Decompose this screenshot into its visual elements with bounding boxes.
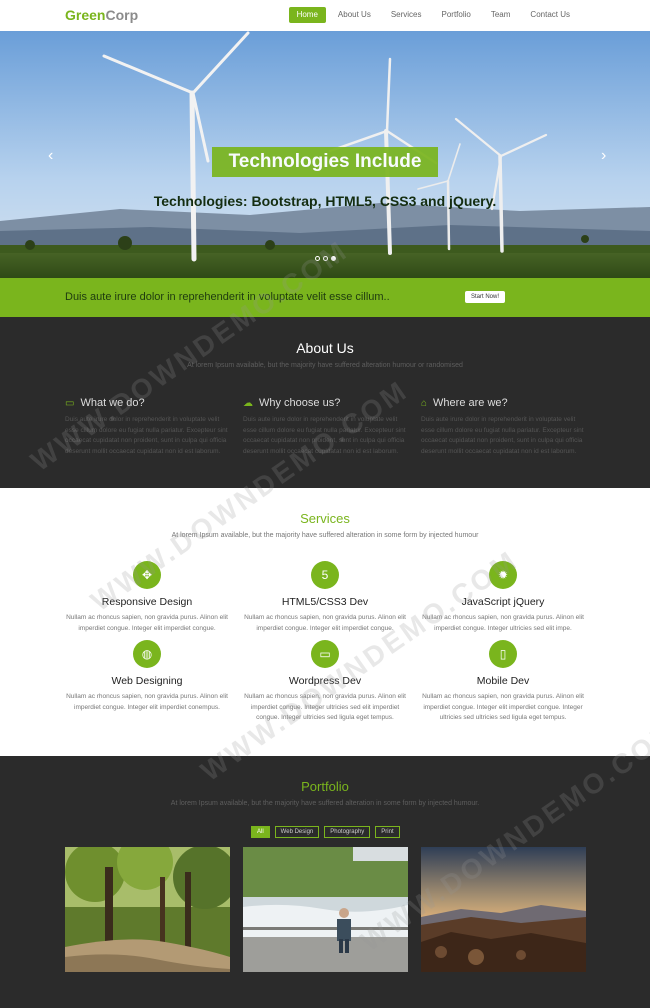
service-text: Nullam ac rhoncus sapien, non gravida pu… [244,693,406,721]
service-web-designing: ◍ Web Designing Nullam ac rhoncus sapien… [63,640,231,713]
nav-item-about-us[interactable]: About Us [330,7,379,23]
service-text: Nullam ac rhoncus sapien, non gravida pu… [422,693,584,721]
logo-green-text: Green [65,7,106,23]
nav-item-home[interactable]: Home [288,7,326,23]
nav-item-contact-us[interactable]: Contact Us [522,7,578,23]
about-column-text: Duis aute irure dolor in reprehenderit i… [421,416,584,455]
service-responsive-design: ✥ Responsive Design Nullam ac rhoncus sa… [63,561,231,634]
lightbulb-icon: ✹ [489,561,517,589]
forest-path-image [65,847,230,972]
service-text: Nullam ac rhoncus sapien, non gravida pu… [66,693,228,711]
slider-dot[interactable] [323,256,328,261]
service-mobile-dev: ▯ Mobile Dev Nullam ac rhoncus sapien, n… [419,640,587,724]
service-title: HTML5/CSS3 Dev [281,596,369,608]
service-html5-css3-dev: 5 HTML5/CSS3 Dev Nullam ac rhoncus sapie… [241,561,409,634]
service-text: Nullam ac rhoncus sapien, non gravida pu… [422,614,584,632]
top-navbar: GreenCorp Home About Us Services Portfol… [0,0,650,31]
start-now-button[interactable]: Start Now! [465,291,506,303]
portfolio-title: Portfolio [301,779,349,794]
about-column-what-we-do: ▭ What we do? Duis aute irure dolor in re… [65,397,230,457]
man-sitting-by-river-image [243,847,408,972]
about-column-text: Duis aute irure dolor in reprehenderit i… [65,416,228,455]
service-text: Nullam ac rhoncus sapien, non gravida pu… [244,614,406,632]
service-title: Responsive Design [101,596,193,608]
hero-slider: Technologies Include Technologies: Boots… [0,31,650,278]
filter-print-button[interactable]: Print [375,826,400,838]
service-javascript-jquery: ✹ JavaScript jQuery Nullam ac rhoncus sa… [419,561,587,634]
logo-gray-text: Corp [105,7,139,23]
about-section: About Us At lorem Ipsum available, but t… [0,317,650,488]
service-title: Web Designing [111,675,183,687]
call-to-action-bar: Duis aute irure dolor in reprehenderit i… [0,278,650,317]
home-icon: ⌂ [421,397,428,409]
services-lead: At lorem Ipsum available, but the majori… [171,532,479,539]
desktop-icon: ▭ [311,640,339,668]
filter-all-button[interactable]: All [251,826,270,838]
portfolio-item-man-by-river[interactable] [243,847,408,972]
slider-dot[interactable] [315,256,320,261]
services-title: Services [300,511,350,526]
about-column-title: Why choose us? [259,397,341,409]
nav-item-portfolio[interactable]: Portfolio [434,7,479,23]
html5-icon: 5 [311,561,339,589]
globe-icon: ◍ [133,640,161,668]
cloud-icon: ☁ [243,397,253,409]
about-column-why-choose-us: ☁ Why choose us? Duis aute irure dolor in… [243,397,408,457]
portfolio-lead: At lorem Ipsum available, but the majori… [170,800,480,807]
service-title: Mobile Dev [476,675,530,687]
service-title: Wordpress Dev [288,675,362,687]
about-lead: At lorem Ipsum available, but the majori… [187,362,463,369]
cta-text: Duis aute irure dolor in reprehenderit i… [65,291,390,303]
monitor-icon: ▭ [65,397,75,409]
slider-prev-arrow-icon[interactable]: ‹ [48,148,53,164]
hero-title: Technologies Include [212,147,438,177]
move-icon: ✥ [133,561,161,589]
portfolio-item-mountain-sunset[interactable] [421,847,586,972]
nav-item-team[interactable]: Team [483,7,519,23]
mobile-icon: ▯ [489,640,517,668]
mountain-sunset-image [421,847,586,972]
service-title: JavaScript jQuery [461,596,545,608]
portfolio-item-forest[interactable] [65,847,230,972]
about-title: About Us [296,340,354,356]
portfolio-section: Portfolio At lorem Ipsum available, but … [0,756,650,1008]
services-section: Services At lorem Ipsum available, but t… [0,488,650,756]
about-column-text: Duis aute irure dolor in reprehenderit i… [243,416,406,455]
main-menu: Home About Us Services Portfolio Team Co… [288,7,578,23]
about-column-where-are-we: ⌂ Where are we? Duis aute irure dolor in … [421,397,586,457]
filter-web-design-button[interactable]: Web Design [274,826,320,838]
slider-indicators [315,256,336,261]
about-column-title: Where are we? [433,397,508,409]
filter-photography-button[interactable]: Photography [324,826,371,838]
service-wordpress-dev: ▭ Wordpress Dev Nullam ac rhoncus sapien… [241,640,409,724]
logo[interactable]: GreenCorp [65,7,138,23]
about-column-title: What we do? [80,397,145,409]
hero-subtitle: Technologies: Bootstrap, HTML5, CSS3 and… [153,193,497,209]
slider-next-arrow-icon[interactable]: › [601,148,606,164]
portfolio-filters: All Web Design Photography Print [251,826,400,838]
service-text: Nullam ac rhoncus sapien, non gravida pu… [66,614,228,632]
slider-dot-active[interactable] [331,256,336,261]
nav-item-services[interactable]: Services [383,7,430,23]
